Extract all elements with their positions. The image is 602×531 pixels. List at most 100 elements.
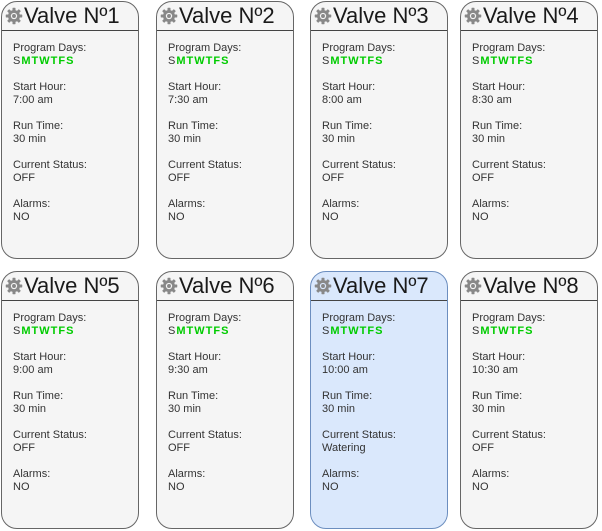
current-status: Current Status: OFF [472, 429, 597, 455]
valve-card-header: Valve Nº2 [157, 2, 293, 31]
run-time-value: 30 min [168, 403, 202, 415]
day-toggle[interactable]: S [375, 55, 382, 68]
day-toggle[interactable]: S [322, 55, 329, 68]
day-toggle[interactable]: M [21, 55, 30, 68]
run-time-value: 30 min [322, 133, 356, 145]
valve-title: Valve Nº1 [24, 3, 120, 28]
day-toggle[interactable]: S [221, 55, 228, 68]
day-toggle[interactable]: F [367, 325, 374, 338]
day-toggle[interactable]: M [176, 55, 185, 68]
day-toggle[interactable]: W [498, 325, 508, 338]
alarms-label: Alarms: [322, 468, 360, 480]
day-toggle[interactable]: S [66, 325, 73, 338]
gear-icon[interactable] [160, 7, 178, 25]
day-toggle[interactable]: F [517, 325, 524, 338]
day-toggle[interactable]: S [13, 325, 20, 338]
day-toggle[interactable]: T [187, 55, 194, 68]
start-hour: Start Hour: 8:30 am [472, 81, 597, 107]
start-hour-value: 9:30 am [168, 364, 208, 376]
gear-icon[interactable] [314, 277, 332, 295]
valve-card-2[interactable]: Valve Nº2 Program Days: SMTWTFS Start Hour:… [156, 1, 294, 259]
day-toggle[interactable]: M [480, 325, 489, 338]
day-toggle[interactable]: M [330, 55, 339, 68]
day-toggle[interactable]: S [322, 325, 329, 338]
day-toggle[interactable]: S [472, 55, 479, 68]
day-toggle[interactable]: T [491, 55, 498, 68]
gear-icon[interactable] [314, 7, 332, 25]
day-toggle[interactable]: W [39, 325, 49, 338]
day-toggle[interactable]: T [187, 325, 194, 338]
day-toggle[interactable]: T [206, 55, 213, 68]
run-time-label: Run Time: [168, 390, 219, 402]
day-toggle[interactable]: S [168, 55, 175, 68]
day-toggle[interactable]: S [66, 55, 73, 68]
day-toggle[interactable]: W [194, 55, 204, 68]
valve-card-4[interactable]: Valve Nº4 Program Days: SMTWTFS Start Hour:… [460, 1, 598, 259]
program-days: Program Days: SMTWTFS [168, 312, 293, 338]
day-toggle[interactable]: F [213, 325, 220, 338]
day-toggle[interactable]: T [32, 325, 39, 338]
alarms-label: Alarms: [13, 468, 51, 480]
valve-card-8[interactable]: Valve Nº8 Program Days: SMTWTFS Start Hour:… [460, 271, 598, 529]
program-days-value: SMTWTFS [13, 325, 138, 338]
run-time-value: 30 min [472, 403, 506, 415]
valve-card-5[interactable]: Valve Nº5 Program Days: SMTWTFS Start Hour:… [1, 271, 139, 529]
program-days: Program Days: SMTWTFS [168, 42, 293, 68]
day-toggle[interactable]: T [51, 325, 58, 338]
run-time-value: 30 min [13, 403, 47, 415]
day-toggle[interactable]: M [480, 55, 489, 68]
day-toggle[interactable]: F [367, 55, 374, 68]
run-time: Run Time: 30 min [472, 120, 597, 146]
start-hour: Start Hour: 9:00 am [13, 351, 138, 377]
day-toggle[interactable]: T [360, 55, 367, 68]
start-hour: Start Hour: 7:00 am [13, 81, 138, 107]
valve-card-3[interactable]: Valve Nº3 Program Days: SMTWTFS Start Hour:… [310, 1, 448, 259]
run-time: Run Time: 30 min [472, 390, 597, 416]
program-days: Program Days: SMTWTFS [13, 312, 138, 338]
day-toggle[interactable]: W [348, 55, 358, 68]
valve-title: Valve Nº3 [333, 3, 429, 28]
day-toggle[interactable]: S [525, 55, 532, 68]
day-toggle[interactable]: F [213, 55, 220, 68]
valve-card-7[interactable]: Valve Nº7 Program Days: SMTWTFS Start Hour:… [310, 271, 448, 529]
day-toggle[interactable]: M [21, 325, 30, 338]
day-toggle[interactable]: T [206, 325, 213, 338]
valve-card-body: Program Days: SMTWTFS Start Hour: 9:00 am Ru… [2, 301, 138, 494]
valve-card-1[interactable]: Valve Nº1 Program Days: SMTWTFS Start Hour:… [1, 1, 139, 259]
day-toggle[interactable]: S [525, 325, 532, 338]
valve-card-6[interactable]: Valve Nº6 Program Days: SMTWTFS Start Hour:… [156, 271, 294, 529]
day-toggle[interactable]: T [32, 55, 39, 68]
day-toggle[interactable]: S [13, 55, 20, 68]
day-toggle[interactable]: T [491, 325, 498, 338]
day-toggle[interactable]: S [221, 325, 228, 338]
gear-icon[interactable] [464, 277, 482, 295]
day-toggle[interactable]: T [341, 55, 348, 68]
day-toggle[interactable]: T [341, 325, 348, 338]
day-toggle[interactable]: F [58, 55, 65, 68]
day-toggle[interactable]: T [51, 55, 58, 68]
start-hour-label: Start Hour: [472, 81, 526, 93]
day-toggle[interactable]: S [375, 325, 382, 338]
gear-icon[interactable] [464, 7, 482, 25]
day-toggle[interactable]: F [517, 55, 524, 68]
day-toggle[interactable]: T [510, 55, 517, 68]
program-days-value: SMTWTFS [168, 325, 293, 338]
day-toggle[interactable]: W [39, 55, 49, 68]
day-toggle[interactable]: S [168, 325, 175, 338]
program-days-label: Program Days: [322, 42, 396, 54]
program-days-value: SMTWTFS [472, 55, 597, 68]
day-toggle[interactable]: M [176, 325, 185, 338]
day-toggle[interactable]: S [472, 325, 479, 338]
day-toggle[interactable]: F [58, 325, 65, 338]
day-toggle[interactable]: M [330, 325, 339, 338]
day-toggle[interactable]: W [498, 55, 508, 68]
gear-icon[interactable] [160, 277, 178, 295]
day-toggle[interactable]: T [360, 325, 367, 338]
day-toggle[interactable]: W [194, 325, 204, 338]
gear-icon[interactable] [5, 277, 23, 295]
day-toggle[interactable]: W [348, 325, 358, 338]
day-toggle[interactable]: T [510, 325, 517, 338]
alarms-value: NO [322, 211, 339, 223]
start-hour: Start Hour: 10:00 am [322, 351, 447, 377]
gear-icon[interactable] [5, 7, 23, 25]
